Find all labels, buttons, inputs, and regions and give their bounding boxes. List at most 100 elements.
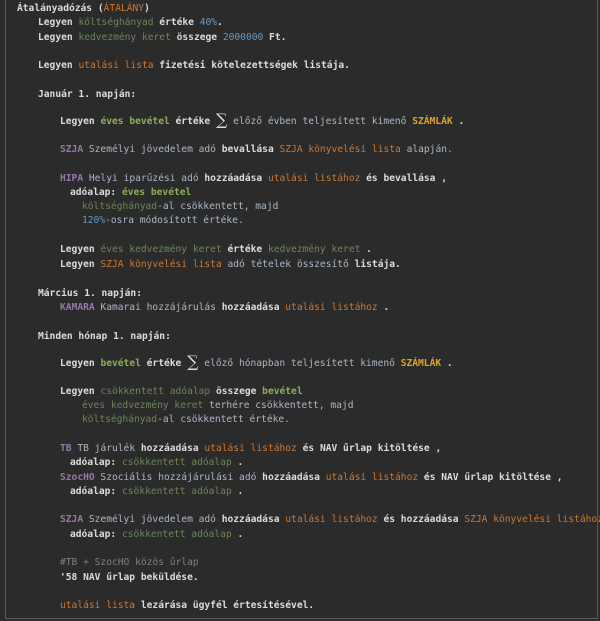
code-line: Legyen bevétel értéke ∑ előző hónapban t… xyxy=(60,354,453,370)
code-token: . xyxy=(377,302,390,313)
code-token: hozzáadása xyxy=(262,472,326,483)
code-token: Legyen xyxy=(60,244,101,255)
code-token: SZÁMLÁK xyxy=(412,116,453,127)
code-token: alapján. xyxy=(400,144,453,155)
code-token: #TB + SzocHO közös űrlap xyxy=(60,557,199,568)
code-token: lezárása ügyfél értesítésével. xyxy=(135,600,315,611)
code-token: éves bevétel xyxy=(100,116,170,127)
code-token: . xyxy=(231,457,244,468)
code-token: TB xyxy=(60,443,72,454)
code-token: ) xyxy=(144,3,150,14)
code-token: . xyxy=(217,17,223,28)
code-line: éves kedvezmény keret terhére csökkentet… xyxy=(82,399,353,412)
sigma-symbol: ∑ xyxy=(187,352,199,371)
code-token: értéke xyxy=(221,244,268,255)
code-token: 2000000 xyxy=(222,32,264,43)
code-token: Legyen xyxy=(60,116,101,127)
code-line: Legyen kedvezmény keret összege 2000000 … xyxy=(38,31,286,44)
code-token: hozzáadása xyxy=(140,443,205,454)
code-token: SzocHO xyxy=(60,472,95,483)
code-token: adóalap: xyxy=(70,486,122,497)
code-token: éves kedvezmény keret xyxy=(82,400,204,411)
code-token: . xyxy=(231,529,244,540)
code-token: utalási lista xyxy=(60,600,136,611)
code-token: csökkentett adóalap xyxy=(121,457,232,468)
code-token: Szociális hozzájárulási adó xyxy=(94,472,263,483)
code-line: költséghányad-al csökkentett, majd xyxy=(82,200,278,213)
code-line: adóalap: csökkentett adóalap . xyxy=(70,485,243,498)
code-token: Legyen xyxy=(38,17,79,28)
code-token: Kamarai hozzájárulás xyxy=(94,302,222,313)
code-token: adóalap: xyxy=(70,457,122,468)
code-line: adóalap: éves bevétel xyxy=(70,186,191,199)
code-token: Legyen xyxy=(60,259,101,270)
code-line: Legyen SZJA könyvelési lista adó tételek… xyxy=(60,258,401,271)
code-token: és hozzáadása xyxy=(377,514,465,525)
code-token: -al csökkentett, majd xyxy=(157,201,279,212)
code-token: . xyxy=(452,116,465,127)
code-token: terhére csökkentett, majd xyxy=(203,400,354,411)
code-line: Minden hónap 1. napján: xyxy=(38,330,171,343)
code-token: Legyen xyxy=(38,60,79,71)
code-token: utalási listához xyxy=(285,302,378,313)
code-line: HIPA Helyi iparűzési adó hozzáadása utal… xyxy=(60,172,447,185)
code-token: SZJA könyvelési lista xyxy=(279,144,401,155)
code-token: költséghányad xyxy=(78,17,154,28)
code-token: utalási listához xyxy=(285,514,378,525)
code-token: adóalap: xyxy=(70,529,122,540)
code-token: Személyi jövedelem adó xyxy=(83,144,222,155)
code-token: SZÁMLÁK xyxy=(400,358,442,369)
code-token: Ft. xyxy=(263,32,287,43)
code-token: Legyen xyxy=(38,32,79,43)
code-token: és bevallása , xyxy=(360,173,448,184)
code-line: #TB + SzocHO közös űrlap xyxy=(60,556,199,569)
code-token: hozzáadása xyxy=(221,302,286,313)
code-line: Január 1. napján: xyxy=(38,88,136,101)
code-line: Legyen éves bevétel értéke ∑ előző évben… xyxy=(60,112,464,128)
code-token: utalási lista xyxy=(78,60,154,71)
code-token: KAMARA xyxy=(60,302,95,313)
code-token: kedvezmény keret xyxy=(78,32,171,43)
code-line: SZJA Személyi jövedelem adó hozzáadása u… xyxy=(60,513,600,526)
code-token: HIPA xyxy=(60,173,84,184)
code-token: listája. xyxy=(354,259,401,270)
code-line: adóalap: csökkentett adóalap . xyxy=(70,456,243,469)
code-token: utalási listához xyxy=(204,443,297,454)
code-token: Január 1. napján: xyxy=(38,89,137,100)
code-token: SZJA könyvelési lista xyxy=(100,259,222,270)
code-token: előző évben teljesített kimenő xyxy=(227,116,413,127)
code-token: éves bevétel xyxy=(121,187,192,198)
code-token: TB járulék xyxy=(71,443,141,454)
code-line: Átalányadózás (ÁTALÁNY) xyxy=(17,2,150,15)
code-token: ÁTALÁNY xyxy=(103,3,145,14)
code-token: csökkentett adóalap xyxy=(121,529,232,540)
code-token: hozzáadása xyxy=(221,514,286,525)
code-token: költséghányad xyxy=(82,414,158,425)
code-token: kedvezmény keret xyxy=(267,244,361,255)
code-token: utalási listához xyxy=(267,173,361,184)
code-token: értéke xyxy=(169,116,216,127)
code-token: SZJA xyxy=(60,144,84,155)
code-token: Március 1. napján: xyxy=(38,288,142,299)
code-token: adóalap: xyxy=(70,187,122,198)
code-token: bevallása xyxy=(221,144,280,155)
code-line: SZJA Személyi jövedelem adó bevallása SZ… xyxy=(60,143,453,156)
code-token: -al csökkentett értéke. xyxy=(157,414,290,425)
code-token: -osra módosított értéke. xyxy=(105,215,244,226)
code-token: . xyxy=(231,486,244,497)
code-token: költséghányad xyxy=(82,201,158,212)
code-line: Legyen költséghányad értéke 40%. xyxy=(38,16,223,29)
code-token: összege xyxy=(210,386,263,397)
code-token: és NAV űrlap kitöltése , xyxy=(296,443,442,454)
code-token: Helyi iparűzési adó xyxy=(83,173,205,184)
code-token: . xyxy=(441,358,453,369)
code-line: KAMARA Kamarai hozzájárulás hozzáadása u… xyxy=(60,301,389,314)
code-token: . xyxy=(360,244,372,255)
code-token: Átalányadózás ( xyxy=(17,3,104,14)
code-line: Legyen éves kedvezmény keret értéke kedv… xyxy=(60,243,372,256)
code-token: SZJA könyvelési listához xyxy=(464,514,600,525)
code-line: SzocHO Szociális hozzájárulási adó hozzá… xyxy=(60,471,563,484)
code-token: éves kedvezmény keret xyxy=(100,244,222,255)
sigma-symbol: ∑ xyxy=(215,110,228,129)
code-line: adóalap: csökkentett adóalap . xyxy=(70,528,243,541)
